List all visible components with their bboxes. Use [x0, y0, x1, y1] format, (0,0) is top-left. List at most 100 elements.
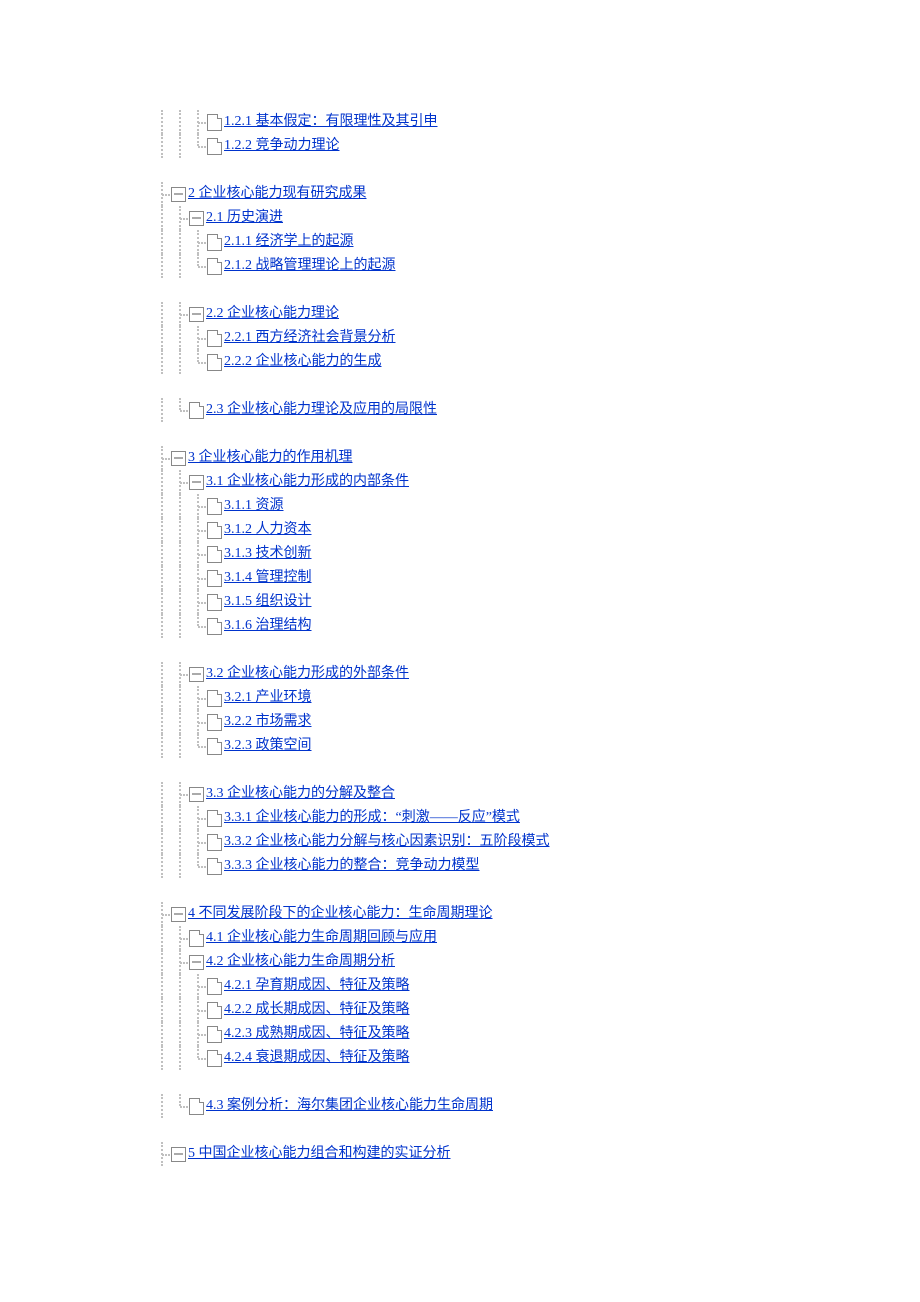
- page-icon: [207, 570, 222, 587]
- toc-link[interactable]: 4.2.4 衰退期成因、特征及策略: [224, 1046, 410, 1070]
- tree-connector: [189, 974, 207, 998]
- tree-line: [153, 806, 171, 830]
- toc-link[interactable]: 3.3.1 企业核心能力的形成：“刺激——反应”模式: [224, 806, 520, 830]
- tree-line: [153, 326, 171, 350]
- tree-line: [153, 782, 171, 806]
- page-icon: [189, 1098, 204, 1115]
- toc-link[interactable]: 4.1 企业核心能力生命周期回顾与应用: [206, 926, 437, 950]
- tree-connector: [171, 926, 189, 950]
- toc-link[interactable]: 2.1.2 战略管理理论上的起源: [224, 254, 396, 278]
- tree-line: [171, 230, 189, 254]
- tree-connector: [153, 902, 171, 926]
- toc-link[interactable]: 3.2.3 政策空间: [224, 734, 312, 758]
- page-icon: [189, 930, 204, 947]
- toc-link[interactable]: 2 企业核心能力现有研究成果: [188, 182, 367, 206]
- toc-row: 3.2.1 产业环境: [153, 686, 920, 710]
- toc-link[interactable]: 3.3.2 企业核心能力分解与核心因素识别：五阶段模式: [224, 830, 550, 854]
- toc-link[interactable]: 2.2 企业核心能力理论: [206, 302, 339, 326]
- tree-line: [171, 998, 189, 1022]
- tree-line: [153, 206, 171, 230]
- tree-line: [171, 974, 189, 998]
- toc-link[interactable]: 3 企业核心能力的作用机理: [188, 446, 353, 470]
- tree-line: [171, 254, 189, 278]
- toc-link[interactable]: 2.3 企业核心能力理论及应用的局限性: [206, 398, 437, 422]
- toc-row: 4.3 案例分析：海尔集团企业核心能力生命周期: [153, 1094, 920, 1118]
- tree-connector: [153, 1142, 171, 1166]
- tree-line: [171, 854, 189, 878]
- toc-link[interactable]: 3.1.6 治理结构: [224, 614, 312, 638]
- tree-line: [153, 1046, 171, 1070]
- tree-connector: [189, 134, 207, 158]
- toc-link[interactable]: 2.2.1 西方经济社会背景分析: [224, 326, 396, 350]
- toc-link[interactable]: 3.1.3 技术创新: [224, 542, 312, 566]
- tree-line: [153, 134, 171, 158]
- tree-line: [153, 662, 171, 686]
- collapse-icon[interactable]: [189, 475, 204, 490]
- toc-link[interactable]: 2.1 历史演进: [206, 206, 283, 230]
- toc-link[interactable]: 3.2.1 产业环境: [224, 686, 312, 710]
- toc-row: 5 中国企业核心能力组合和构建的实证分析: [153, 1142, 920, 1166]
- toc-row: 3.1.1 资源: [153, 494, 920, 518]
- toc-link[interactable]: 4.2.2 成长期成因、特征及策略: [224, 998, 410, 1022]
- toc-link[interactable]: 3.1.4 管理控制: [224, 566, 312, 590]
- toc-link[interactable]: 3.3 企业核心能力的分解及整合: [206, 782, 395, 806]
- toc-spacer: [153, 1070, 920, 1094]
- toc-row: 3 企业核心能力的作用机理: [153, 446, 920, 470]
- page-icon: [207, 1050, 222, 1067]
- toc-link[interactable]: 1.2.2 竞争动力理论: [224, 134, 340, 158]
- tree-connector: [153, 182, 171, 206]
- toc-link[interactable]: 3.3.3 企业核心能力的整合：竞争动力模型: [224, 854, 480, 878]
- toc-row: 1.2.1 基本假定：有限理性及其引申: [153, 110, 920, 134]
- toc-row: 2.1 历史演进: [153, 206, 920, 230]
- collapse-icon[interactable]: [171, 907, 186, 922]
- tree-line: [153, 614, 171, 638]
- tree-connector: [171, 302, 189, 326]
- tree-line: [171, 686, 189, 710]
- tree-connector: [189, 710, 207, 734]
- tree-connector: [189, 494, 207, 518]
- tree-line: [153, 974, 171, 998]
- toc-link[interactable]: 5 中国企业核心能力组合和构建的实证分析: [188, 1142, 451, 1166]
- toc-row: 4.2.1 孕育期成因、特征及策略: [153, 974, 920, 998]
- tree-connector: [189, 518, 207, 542]
- toc-link[interactable]: 4.2.1 孕育期成因、特征及策略: [224, 974, 410, 998]
- toc-row: 3.1.3 技术创新: [153, 542, 920, 566]
- toc-row: 2 企业核心能力现有研究成果: [153, 182, 920, 206]
- collapse-icon[interactable]: [171, 1147, 186, 1162]
- tree-line: [171, 806, 189, 830]
- tree-connector: [189, 998, 207, 1022]
- tree-line: [153, 542, 171, 566]
- page-icon: [207, 330, 222, 347]
- collapse-icon[interactable]: [171, 451, 186, 466]
- toc-row: 2.2 企业核心能力理论: [153, 302, 920, 326]
- toc-link[interactable]: 3.2 企业核心能力形成的外部条件: [206, 662, 409, 686]
- tree-connector: [153, 446, 171, 470]
- toc-link[interactable]: 4.2 企业核心能力生命周期分析: [206, 950, 395, 974]
- tree-line: [153, 854, 171, 878]
- toc-link[interactable]: 4.2.3 成熟期成因、特征及策略: [224, 1022, 410, 1046]
- toc-link[interactable]: 4 不同发展阶段下的企业核心能力：生命周期理论: [188, 902, 493, 926]
- toc-link[interactable]: 4.3 案例分析：海尔集团企业核心能力生命周期: [206, 1094, 493, 1118]
- toc-row: 2.2.1 西方经济社会背景分析: [153, 326, 920, 350]
- toc-row: 3.1.5 组织设计: [153, 590, 920, 614]
- toc-row: 2.2.2 企业核心能力的生成: [153, 350, 920, 374]
- tree-connector: [189, 614, 207, 638]
- collapse-icon[interactable]: [189, 307, 204, 322]
- toc-link[interactable]: 1.2.1 基本假定：有限理性及其引申: [224, 110, 438, 134]
- collapse-icon[interactable]: [189, 955, 204, 970]
- tree-connector: [189, 326, 207, 350]
- toc-link[interactable]: 3.1.1 资源: [224, 494, 284, 518]
- toc-link[interactable]: 3.1 企业核心能力形成的内部条件: [206, 470, 409, 494]
- toc-link[interactable]: 3.1.2 人力资本: [224, 518, 312, 542]
- tree-line: [153, 830, 171, 854]
- tree-connector: [171, 398, 189, 422]
- toc-spacer: [153, 638, 920, 662]
- collapse-icon[interactable]: [189, 211, 204, 226]
- toc-link[interactable]: 3.1.5 组织设计: [224, 590, 312, 614]
- collapse-icon[interactable]: [171, 187, 186, 202]
- toc-link[interactable]: 3.2.2 市场需求: [224, 710, 312, 734]
- collapse-icon[interactable]: [189, 667, 204, 682]
- toc-link[interactable]: 2.2.2 企业核心能力的生成: [224, 350, 382, 374]
- toc-link[interactable]: 2.1.1 经济学上的起源: [224, 230, 354, 254]
- collapse-icon[interactable]: [189, 787, 204, 802]
